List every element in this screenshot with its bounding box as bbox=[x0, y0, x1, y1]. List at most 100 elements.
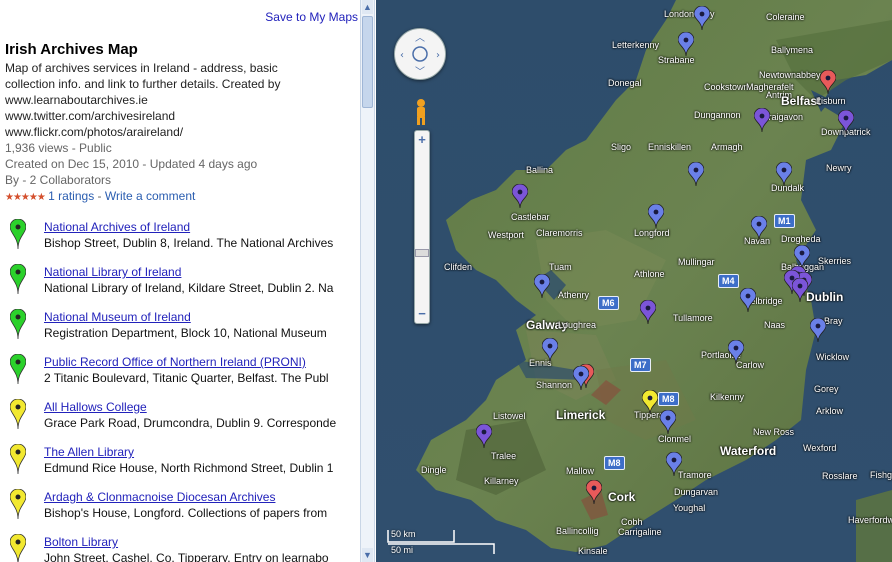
map-place-label: Ballincollig bbox=[556, 526, 599, 536]
placemark-snippet: Bishop Street, Dublin 8, Ireland. The Na… bbox=[44, 236, 334, 250]
placemark-title-link[interactable]: National Library of Ireland bbox=[44, 265, 181, 279]
placemark-pin-icon[interactable] bbox=[10, 354, 26, 384]
placemark-list-item[interactable]: The Allen Library Edmund Rice House, Nort… bbox=[0, 441, 360, 486]
scrollbar-thumb[interactable] bbox=[362, 16, 373, 108]
scale-mi-label: 50 mi bbox=[391, 545, 414, 555]
placemark-title-link[interactable]: National Archives of Ireland bbox=[44, 220, 190, 234]
map-marker-icon[interactable] bbox=[573, 366, 589, 390]
map-place-label: Limerick bbox=[556, 408, 606, 422]
placemark-title-link[interactable]: Public Record Office of Northern Ireland… bbox=[44, 355, 306, 369]
scrollbar[interactable]: ▲ ▼ bbox=[360, 0, 375, 562]
placemark-list-item[interactable]: National Library of Ireland National Libr… bbox=[0, 261, 360, 306]
placemark-list-item[interactable]: Bolton Library John Street, Cashel, Co. T… bbox=[0, 531, 360, 562]
placemark-pin-icon[interactable] bbox=[10, 219, 26, 249]
placemark-title-link[interactable]: National Museum of Ireland bbox=[44, 310, 191, 324]
map-marker-icon[interactable] bbox=[476, 424, 492, 448]
map-marker-icon[interactable] bbox=[666, 452, 682, 476]
pan-control[interactable]: ︿ ﹀ ‹ › bbox=[394, 28, 446, 80]
placemark-pin-icon[interactable] bbox=[10, 264, 26, 294]
map-place-label: Cork bbox=[608, 490, 636, 504]
scale-km-label: 50 km bbox=[391, 529, 416, 539]
map-marker-icon[interactable] bbox=[660, 410, 676, 434]
map-place-label: Newry bbox=[826, 163, 852, 173]
created-date: Created on Dec 15, 2010 - Updated 4 days… bbox=[5, 157, 258, 171]
map-place-label: Castlebar bbox=[511, 212, 550, 222]
map-place-label: Killarney bbox=[484, 476, 519, 486]
scroll-up-icon[interactable]: ▲ bbox=[362, 0, 373, 14]
zoom-slider[interactable]: + − bbox=[414, 130, 430, 324]
svg-text:﹀: ﹀ bbox=[415, 66, 425, 78]
map-marker-icon[interactable] bbox=[792, 278, 808, 302]
map-marker-icon[interactable] bbox=[648, 204, 664, 228]
placemark-pin-icon[interactable] bbox=[10, 444, 26, 474]
placemark-list-item[interactable]: Public Record Office of Northern Ireland… bbox=[0, 351, 360, 396]
map-place-label: Bray bbox=[824, 316, 843, 326]
street-view-pegman-icon[interactable] bbox=[412, 98, 430, 126]
map-marker-icon[interactable] bbox=[776, 162, 792, 186]
map-place-label: Clifden bbox=[444, 262, 473, 272]
placemark-title-link[interactable]: The Allen Library bbox=[44, 445, 134, 459]
placemark-title-link[interactable]: Ardagh & Clonmacnoise Diocesan Archives bbox=[44, 490, 275, 504]
map-place-label: Kilkenny bbox=[710, 392, 745, 402]
scroll-down-icon[interactable]: ▼ bbox=[362, 548, 373, 562]
placemark-list: National Archives of Ireland Bishop Stree… bbox=[0, 216, 360, 562]
zoom-slider-handle[interactable] bbox=[415, 249, 429, 257]
placemark-snippet: 2 Titanic Boulevard, Titanic Quarter, Be… bbox=[44, 371, 329, 385]
placemark-pin-icon[interactable] bbox=[10, 534, 26, 562]
map-marker-icon[interactable] bbox=[740, 288, 756, 312]
map-place-label: Skerries bbox=[818, 256, 852, 266]
map-marker-icon[interactable] bbox=[694, 6, 710, 30]
map-marker-icon[interactable] bbox=[820, 70, 836, 94]
ratings-link[interactable]: 1 ratings bbox=[48, 189, 94, 203]
map-place-label: Waterford bbox=[720, 444, 777, 458]
placemark-pin-icon[interactable] bbox=[10, 489, 26, 519]
map-marker-icon[interactable] bbox=[751, 216, 767, 240]
map-place-label: Strabane bbox=[658, 55, 695, 65]
highway-shield: M8 bbox=[604, 456, 625, 470]
map-marker-icon[interactable] bbox=[542, 338, 558, 362]
write-comment-link[interactable]: Write a comment bbox=[105, 189, 195, 203]
placemark-snippet: Grace Park Road, Drumcondra, Dublin 9. C… bbox=[44, 416, 337, 430]
rating-separator: - bbox=[94, 189, 105, 203]
placemark-list-item[interactable]: National Museum of Ireland Registration D… bbox=[0, 306, 360, 351]
description-line: www.learnaboutarchives.ie bbox=[5, 93, 148, 107]
map-place-label: Tramore bbox=[678, 470, 712, 480]
svg-text:︿: ︿ bbox=[415, 33, 425, 44]
map-place-label: Kinsale bbox=[578, 546, 608, 556]
map-place-label: Ballina bbox=[526, 165, 554, 175]
map-marker-icon[interactable] bbox=[678, 32, 694, 56]
map-marker-icon[interactable] bbox=[640, 300, 656, 324]
zoom-out-icon[interactable]: − bbox=[415, 307, 429, 321]
map-marker-icon[interactable] bbox=[728, 340, 744, 364]
svg-text:›: › bbox=[436, 50, 440, 61]
highway-shield: M1 bbox=[774, 214, 795, 228]
map-place-label: Longford bbox=[634, 228, 670, 238]
map-marker-icon[interactable] bbox=[688, 162, 704, 186]
zoom-in-icon[interactable]: + bbox=[415, 133, 429, 147]
placemark-pin-icon[interactable] bbox=[10, 309, 26, 339]
map-marker-icon[interactable] bbox=[534, 274, 550, 298]
map-marker-icon[interactable] bbox=[586, 480, 602, 504]
map-place-label: Listowel bbox=[493, 411, 526, 421]
map-canvas[interactable]: ︿ ﹀ ‹ › + − M1 M4 M6 M7 M8 M8 Londonderr… bbox=[376, 0, 892, 562]
map-marker-icon[interactable] bbox=[754, 108, 770, 132]
map-place-label: Naas bbox=[764, 320, 786, 330]
placemark-list-item[interactable]: Ardagh & Clonmacnoise Diocesan Archives B… bbox=[0, 486, 360, 531]
placemark-title-link[interactable]: All Hallows College bbox=[44, 400, 147, 414]
placemark-title-link[interactable]: Bolton Library bbox=[44, 535, 118, 549]
map-marker-icon[interactable] bbox=[810, 318, 826, 342]
save-to-my-maps-link[interactable]: Save to My Maps bbox=[265, 10, 358, 24]
map-place-label: Athlone bbox=[634, 269, 665, 279]
map-marker-icon[interactable] bbox=[838, 110, 854, 134]
map-place-label: Rosslare bbox=[822, 471, 858, 481]
map-place-label: Newtownabbey bbox=[759, 70, 821, 80]
placemark-list-item[interactable]: National Archives of Ireland Bishop Stree… bbox=[0, 216, 360, 261]
map-marker-icon[interactable] bbox=[642, 390, 658, 414]
placemark-list-item[interactable]: All Hallows College Grace Park Road, Drum… bbox=[0, 396, 360, 441]
map-place-label: Fishguard bbox=[870, 470, 892, 480]
placemark-pin-icon[interactable] bbox=[10, 399, 26, 429]
collaborators: By - 2 Collaborators bbox=[5, 173, 112, 187]
map-marker-icon[interactable] bbox=[512, 184, 528, 208]
svg-text:‹: ‹ bbox=[400, 50, 404, 61]
map-place-label: Tullamore bbox=[673, 313, 713, 323]
